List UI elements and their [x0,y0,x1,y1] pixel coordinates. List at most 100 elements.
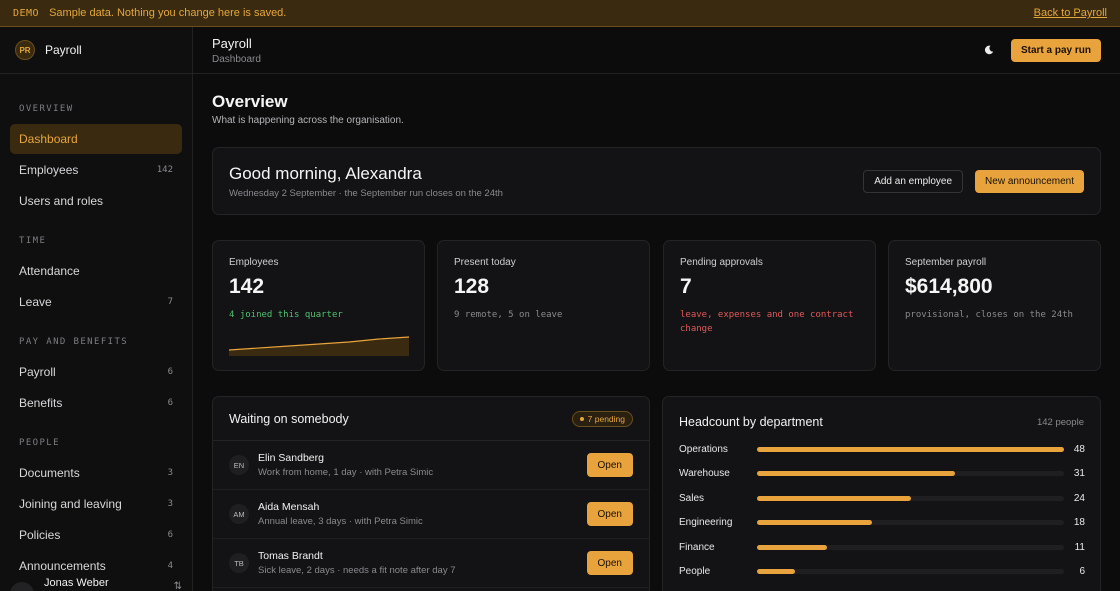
department-bar [757,446,1064,452]
headcount-total: 142 people [1036,417,1084,428]
add-employee-button[interactable]: Add an employee [863,170,964,193]
stat-card-employees: Employees 142 4 joined this quarter [212,240,425,371]
open-button[interactable]: Open [586,453,633,477]
department-bar [757,495,911,501]
stat-note: leave, expenses and one contract change [680,310,854,334]
pending-badge: 7 pending [571,410,633,427]
start-pay-run-button[interactable]: Start a pay run [1010,38,1101,62]
user-profile[interactable]: JW Jonas Weber ⇅ [0,571,192,591]
pending-count: 7 pending [587,413,625,424]
employees-sparkline [229,336,409,356]
sidebar-item-count: 4 [167,561,173,571]
department-bar [757,471,956,476]
sidebar-section-title: TIME [19,236,47,246]
sidebar-item-count: 6 [167,398,173,408]
stat-value: 7 [680,275,692,298]
sidebar-item-count: 6 [167,367,173,377]
request-name: Aida Mensah [258,501,320,513]
stat-label: Employees [229,257,279,268]
demo-banner: DEMO Sample data. Nothing you change her… [0,0,1120,27]
sidebar-item-label: Leave [19,295,52,309]
sidebar-item-label: Joining and leaving [19,497,122,511]
new-announcement-button[interactable]: New announcement [975,170,1084,193]
greeting-subtitle: Wednesday 2 September · the September ru… [229,188,503,199]
department-row: Sales 24 [679,491,1085,505]
department-bar [757,569,796,574]
sidebar-item-payroll[interactable]: Payroll 6 [10,357,182,387]
avatar: EN [229,455,249,475]
stat-value: $614,800 [905,275,993,298]
overview-title: Overview [212,92,288,111]
list-item: AM Aida Mensah Annual leave, 3 days · with… [213,490,649,539]
sidebar-item-joining-and-leaving[interactable]: Joining and leaving 3 [10,489,182,519]
page-heading: Payroll Dashboard [212,36,261,65]
open-button[interactable]: Open [586,502,633,526]
sidebar-item-label: Attendance [19,264,80,278]
department-row: Engineering 18 [679,516,1085,530]
sidebar-item-attendance[interactable]: Attendance [10,256,182,286]
department-bar-track [757,446,1064,452]
sidebar-item-employees[interactable]: Employees 142 [10,155,182,185]
sidebar-item-users-and-roles[interactable]: Users and roles [10,186,182,216]
waiting-card: Waiting on somebody 7 pending EN Elin San… [212,396,650,591]
department-name: Sales [679,492,705,504]
department-count: 31 [1073,468,1085,479]
stat-value: 128 [454,275,490,298]
stat-label: Pending approvals [680,257,763,268]
stat-card-pending: Pending approvals 7 leave, expenses and … [663,240,876,371]
department-name: Warehouse [679,468,730,479]
back-to-payroll-link[interactable]: Back to Payroll [1034,7,1107,19]
avatar: AM [229,504,249,524]
sidebar-item-leave[interactable]: Leave 7 [10,287,182,317]
sidebar: PR Payroll OVERVIEW Dashboard Employees 142… [0,27,193,591]
department-bar-track [757,495,1064,501]
user-name: Jonas Weber [44,577,109,589]
sidebar-section-title: PAY AND BENEFITS [19,337,129,347]
breadcrumb: Dashboard [212,53,261,65]
sidebar-item-label: Payroll [19,365,56,379]
department-row: People 6 [679,565,1085,579]
avatar: TB [229,553,249,573]
request-name: Tomas Brandt [258,550,323,562]
department-count: 48 [1073,443,1085,455]
switch-icon[interactable]: ⇅ [174,581,182,591]
sidebar-section-title: OVERVIEW [19,104,74,114]
moon-icon[interactable] [980,41,998,59]
stat-card-payroll: September payroll $614,800 provisional, … [888,240,1101,371]
department-bar-track [757,471,1064,476]
demo-tag: DEMO [13,7,40,19]
sidebar-item-count: 3 [167,499,173,509]
department-name: Engineering [679,517,733,528]
sidebar-item-benefits[interactable]: Benefits 6 [10,388,182,418]
list-item: TB Tomas Brandt Sick leave, 2 days · needs… [213,539,649,588]
sidebar-item-label: Dashboard [19,132,78,146]
dot-icon [579,416,584,421]
sidebar-item-label: Documents [19,466,80,480]
request-name: Elin Sandberg [258,452,324,464]
sidebar-item-dashboard[interactable]: Dashboard [10,124,182,154]
department-name: Finance [679,541,715,553]
stat-note: provisional, closes on the 24th [905,310,1073,320]
stat-label: September payroll [905,257,987,268]
greeting-title: Good morning, Alexandra [229,164,422,183]
sidebar-item-policies[interactable]: Policies 6 [10,520,182,550]
department-row: Warehouse 31 [679,467,1085,481]
stat-note: 4 joined this quarter [229,310,343,320]
department-bar-track [757,569,1064,574]
open-button[interactable]: Open [586,551,633,575]
sidebar-nav: OVERVIEW Dashboard Employees 142 Users and r… [0,74,192,581]
sidebar-item-label: Employees [19,163,79,177]
department-row: Operations 48 [679,442,1085,456]
department-bar-track [757,520,1064,525]
sidebar-item-count: 142 [156,165,173,175]
overview-subtitle: What is happening across the organisatio… [212,115,404,126]
department-count: 6 [1079,566,1085,577]
department-name: Operations [679,443,728,455]
brand[interactable]: PR Payroll [0,27,192,74]
department-count: 11 [1074,541,1085,553]
request-detail: Sick leave, 2 days · needs a fit note af… [258,565,456,576]
department-count: 18 [1073,517,1085,528]
department-row: Finance 11 [679,540,1085,554]
request-detail: Annual leave, 3 days · with Petra Simic [258,516,423,527]
sidebar-item-documents[interactable]: Documents 3 [10,458,182,488]
